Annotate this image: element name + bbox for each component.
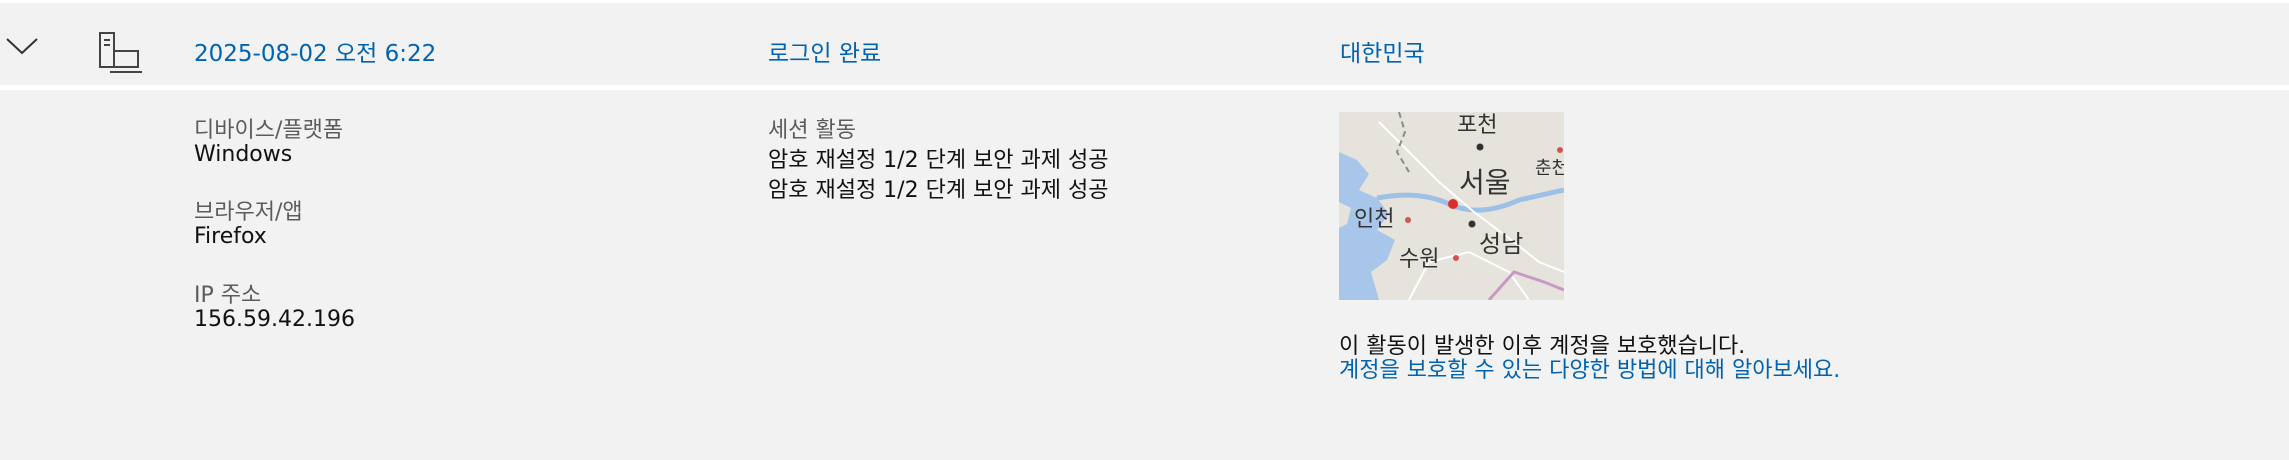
ip-value: 156.59.42.196 bbox=[194, 307, 355, 332]
chevron-down-icon[interactable] bbox=[4, 31, 40, 61]
session-label: 세션 활동 bbox=[768, 118, 856, 143]
map-dot-suwon bbox=[1453, 255, 1459, 261]
platform-value: Windows bbox=[194, 142, 293, 167]
sign-in-activity-entry: 2025-08-02 오전 6:22 로그인 완료 대한민국 디바이스/플랫폼 … bbox=[0, 0, 2289, 460]
map-label-seoul: 서울 bbox=[1459, 166, 1511, 199]
session-activity-2: 암호 재설정 1/2 단계 보안 과제 성공 bbox=[768, 178, 1109, 203]
entry-header[interactable]: 2025-08-02 오전 6:22 로그인 완료 대한민국 bbox=[0, 3, 2289, 85]
map-dot-incheon bbox=[1405, 217, 1411, 223]
device-pc-icon bbox=[99, 32, 142, 73]
ip-label: IP 주소 bbox=[194, 283, 262, 308]
entry-status[interactable]: 로그인 완료 bbox=[768, 34, 881, 68]
entry-datetime[interactable]: 2025-08-02 오전 6:22 bbox=[194, 34, 436, 68]
entry-details: 디바이스/플랫폼 Windows 브라우저/앱 Firefox IP 주소 15… bbox=[0, 90, 2289, 460]
session-activity-1: 암호 재설정 1/2 단계 보안 과제 성공 bbox=[768, 148, 1109, 173]
map-label-seongnam: 성남 bbox=[1479, 230, 1523, 258]
browser-value: Firefox bbox=[194, 224, 267, 249]
browser-label: 브라우저/앱 bbox=[194, 200, 303, 225]
map-label-pocheon: 포천 bbox=[1457, 113, 1497, 138]
map-label-chuncheon: 춘천 bbox=[1535, 158, 1564, 179]
map-dot-chuncheon bbox=[1557, 147, 1563, 153]
location-map: 포천 서울 춘천 인천 성남 수원 bbox=[1339, 112, 1564, 300]
map-label-suwon: 수원 bbox=[1399, 247, 1439, 272]
platform-label: 디바이스/플랫폼 bbox=[194, 118, 344, 143]
protection-learn-more-link[interactable]: 계정을 보호할 수 있는 다양한 방법에 대해 알아보세요. bbox=[1339, 356, 1869, 386]
map-pin-icon bbox=[1448, 199, 1458, 209]
map-dot-pocheon bbox=[1476, 143, 1484, 151]
map-dot-seongnam bbox=[1468, 220, 1476, 228]
map-graphic: 포천 서울 춘천 인천 성남 수원 bbox=[1339, 112, 1564, 300]
entry-country[interactable]: 대한민국 bbox=[1340, 34, 1425, 68]
map-label-incheon: 인천 bbox=[1354, 207, 1394, 232]
